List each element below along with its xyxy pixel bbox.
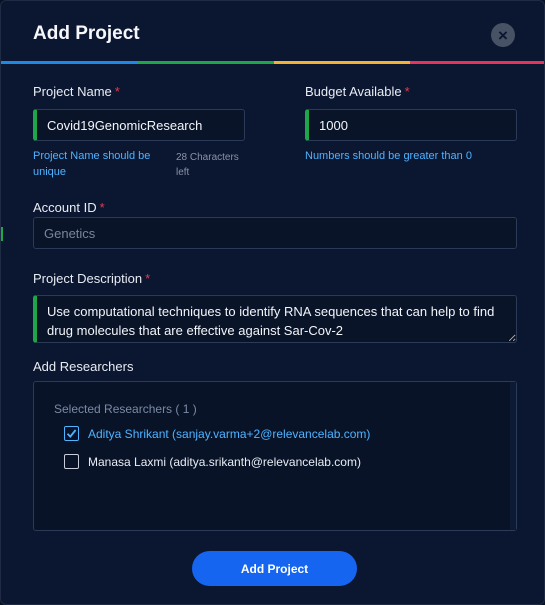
selected-researchers-count: Selected Researchers ( 1 ) bbox=[54, 402, 197, 416]
characters-left-line1: 28 Characters bbox=[176, 152, 239, 163]
budget-hint: Numbers should be greater than 0 bbox=[305, 150, 472, 162]
researcher-option[interactable]: Manasa Laxmi (aditya.srikanth@relevancel… bbox=[64, 454, 361, 469]
checkmark-icon bbox=[66, 429, 77, 438]
project-name-label: Project Name * bbox=[33, 84, 120, 99]
stripe-segment bbox=[409, 61, 544, 64]
header-color-stripe bbox=[1, 61, 544, 64]
stripe-segment bbox=[137, 61, 274, 64]
required-mark: * bbox=[114, 84, 120, 99]
add-project-dialog: Add Project × Project Name* Project Name… bbox=[0, 0, 545, 605]
project-name-label-text: Project Name bbox=[33, 84, 112, 99]
stripe-segment bbox=[273, 61, 410, 64]
required-mark: * bbox=[404, 84, 410, 99]
account-id-input[interactable] bbox=[33, 217, 517, 249]
characters-left-counter: 28 Characters left bbox=[176, 150, 239, 180]
project-name-input[interactable] bbox=[33, 109, 245, 141]
dialog-header: Add Project × bbox=[1, 1, 544, 61]
close-icon[interactable]: × bbox=[491, 23, 515, 47]
researchers-list-box: Selected Researchers ( 1 ) Aditya Shrika… bbox=[33, 381, 517, 531]
budget-label: Budget Available * bbox=[305, 84, 410, 99]
account-id-label: Account ID * bbox=[33, 200, 105, 215]
budget-label-text: Budget Available bbox=[305, 84, 402, 99]
stripe-segment bbox=[1, 61, 138, 64]
add-project-button[interactable]: Add Project bbox=[192, 551, 357, 586]
project-name-hint-line2: unique bbox=[33, 166, 67, 178]
researchers-list-scrollbar[interactable] bbox=[510, 382, 516, 530]
project-name-hint-line1: Project Name should be bbox=[33, 150, 151, 162]
add-researchers-label: Add Researchers bbox=[33, 359, 134, 374]
account-id-label-text: Account ID bbox=[33, 200, 97, 215]
project-description-label: Project Description * bbox=[33, 271, 150, 286]
required-mark: * bbox=[99, 200, 105, 215]
researcher-name: Manasa Laxmi (aditya.srikanth@relevancel… bbox=[88, 454, 361, 469]
project-description-label-text: Project Description bbox=[33, 271, 143, 286]
researcher-checkbox[interactable] bbox=[64, 454, 79, 469]
project-description-textarea[interactable]: Use computational techniques to identify… bbox=[33, 295, 517, 343]
characters-left-line2: left bbox=[176, 167, 190, 178]
project-name-hint: Project Name should be unique bbox=[33, 148, 150, 180]
account-id-edge-marker bbox=[1, 227, 3, 241]
researcher-checkbox[interactable] bbox=[64, 426, 79, 441]
researcher-name: Aditya Shrikant (sanjay.varma+2@relevanc… bbox=[88, 426, 371, 441]
researcher-option[interactable]: Aditya Shrikant (sanjay.varma+2@relevanc… bbox=[64, 426, 370, 441]
required-mark: * bbox=[145, 271, 151, 286]
budget-input[interactable] bbox=[305, 109, 517, 141]
dialog-title: Add Project bbox=[33, 23, 140, 44]
